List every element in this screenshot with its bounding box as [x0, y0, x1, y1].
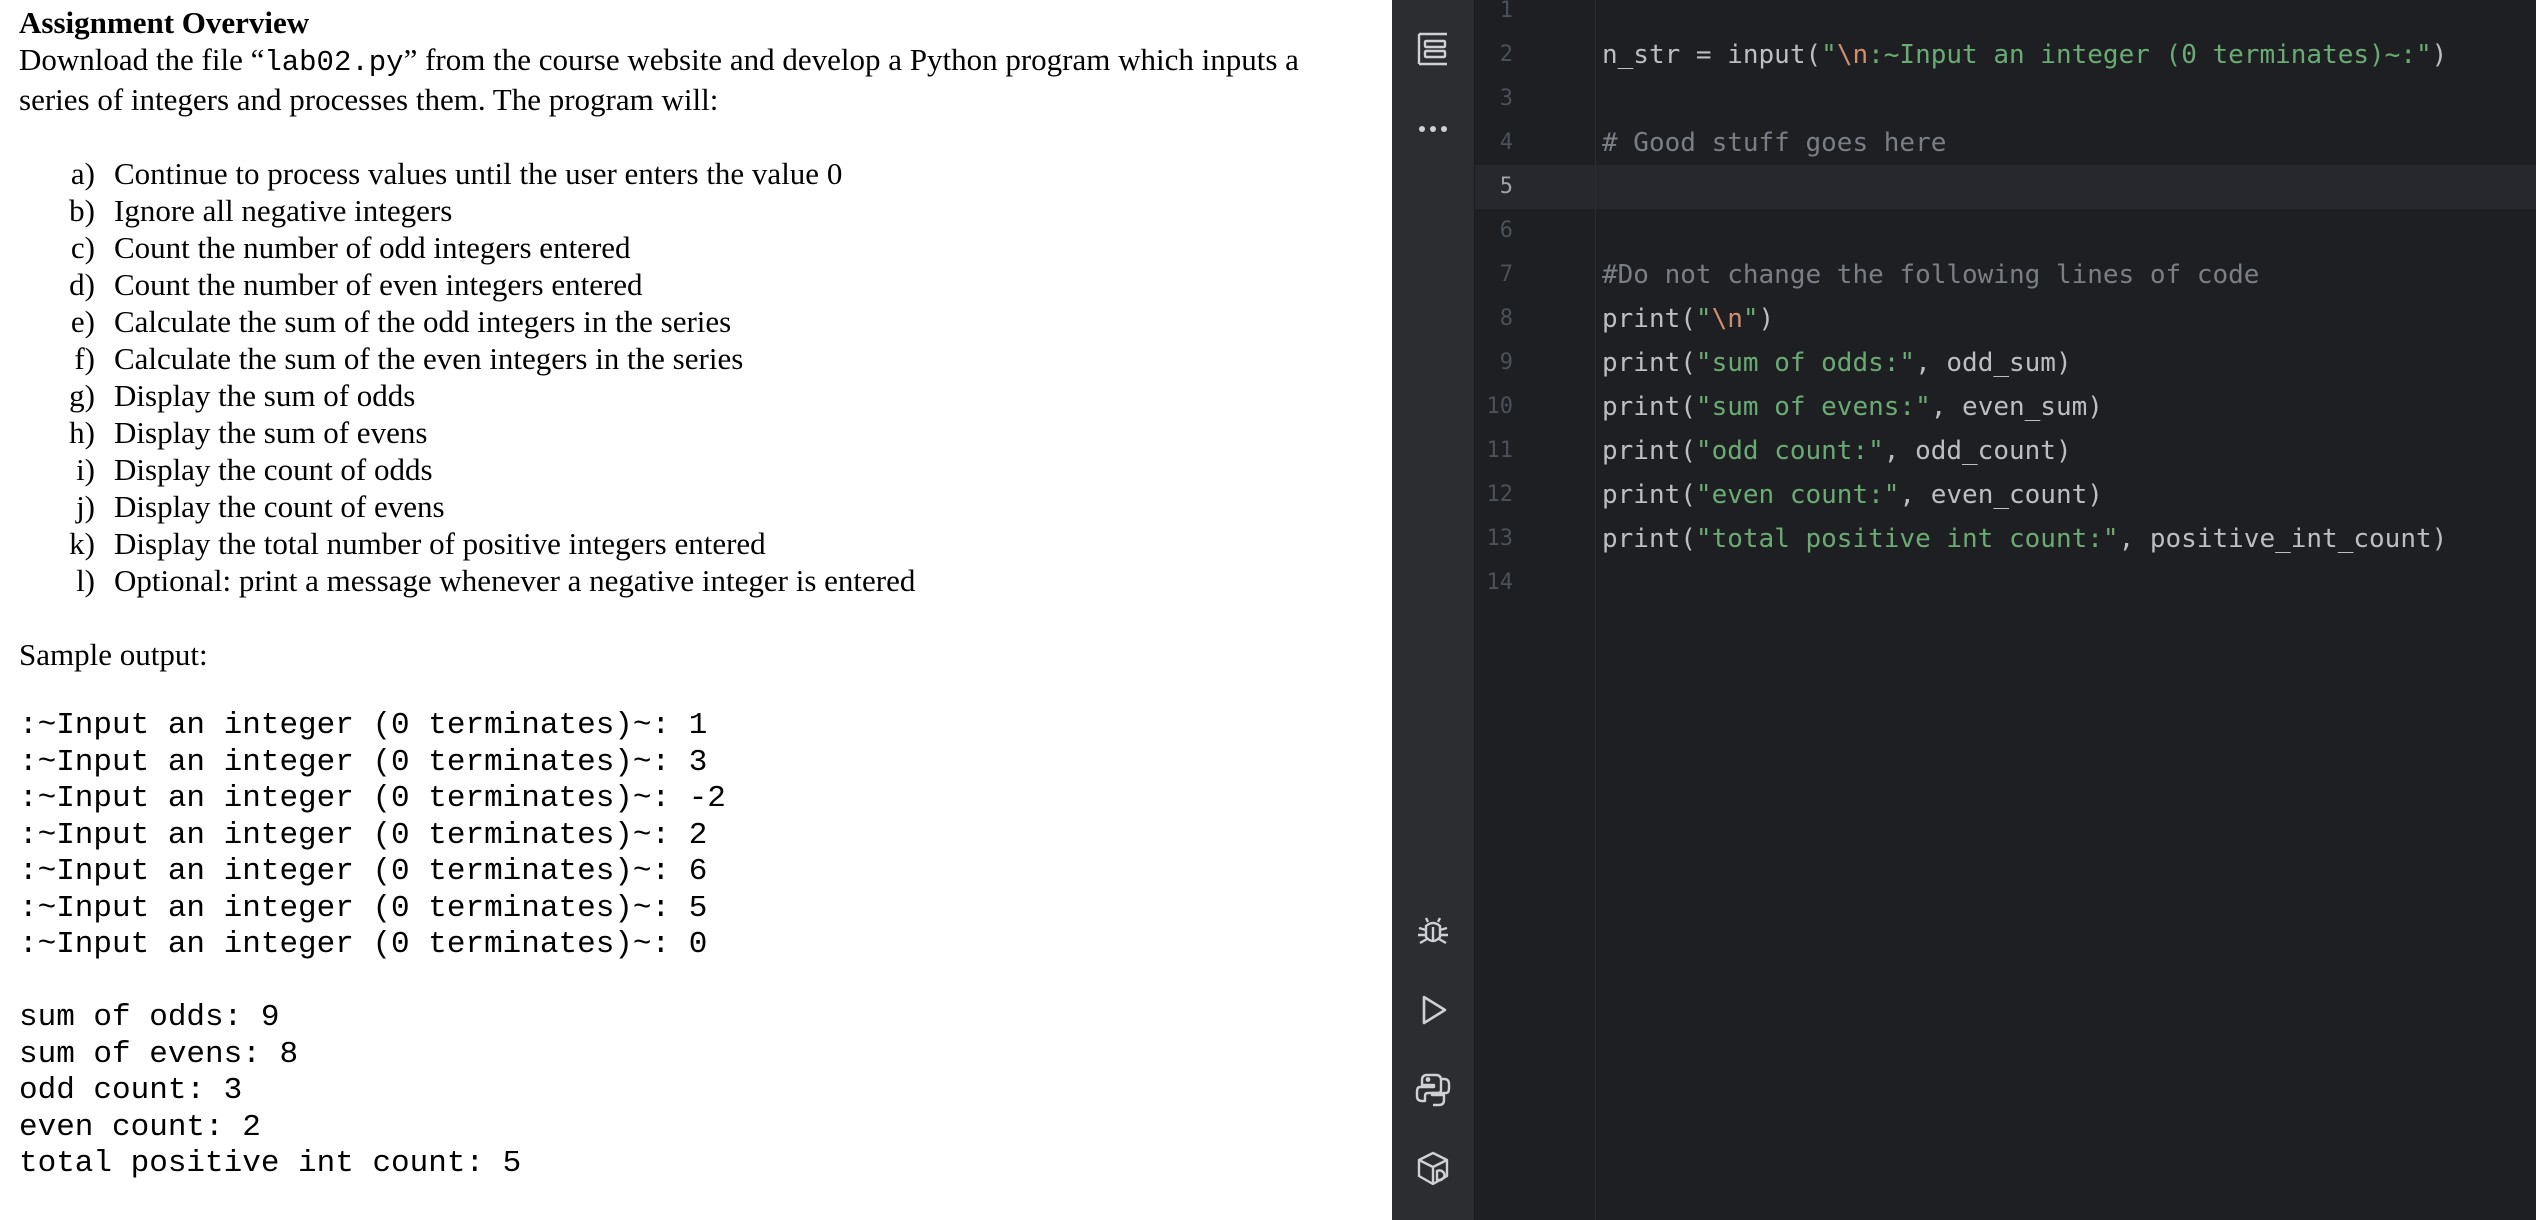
structure-icon[interactable] [1409, 25, 1457, 73]
requirement-text: Calculate the sum of the even integers i… [114, 341, 744, 376]
code-line[interactable]: print("total positive int count:", posit… [1596, 517, 2536, 561]
line-number-gutter: 1 2 3 4 5 6 7 8 9 10 11 12 13 14 [1475, 0, 1596, 1220]
code-line[interactable] [1596, 561, 2536, 605]
intro-paragraph: Download the file “lab02.py” from the co… [19, 41, 1369, 118]
line-number: 10 [1486, 394, 1514, 419]
requirement-item: a) Continue to process values until the u… [19, 155, 915, 192]
requirement-letter: c) [70, 230, 95, 265]
code-line[interactable]: print("odd count:", odd_count) [1596, 429, 2536, 473]
requirement-text: Ignore all negative integers [114, 193, 453, 228]
sample-result-line: total positive int count: 5 [19, 1146, 522, 1181]
more-icon[interactable] [1409, 103, 1457, 151]
page-title: Assignment Overview [19, 5, 310, 40]
line-number: 5 [1499, 174, 1513, 199]
requirement-text: Display the sum of evens [114, 415, 428, 450]
requirement-letter: j) [76, 489, 95, 524]
line-number: 4 [1499, 130, 1513, 155]
line-number: 8 [1499, 306, 1513, 331]
python-packages-icon[interactable] [1409, 1145, 1457, 1193]
requirement-item: e) Calculate the sum of the odd integers … [19, 303, 915, 340]
sample-input-line: :~Input an integer (0 terminates)~: 2 [19, 817, 708, 853]
code-line[interactable]: print("\n") [1596, 297, 2536, 341]
requirement-item: j) Display the count of evens [19, 488, 915, 525]
intro-text-start: Download the file “ [19, 42, 265, 77]
sample-output-label: Sample output: [19, 637, 208, 672]
sample-result-line: sum of odds: 9 [19, 1000, 280, 1035]
line-number: 9 [1499, 350, 1513, 375]
code-line[interactable]: n_str = input("\n:~Input an integer (0 t… [1596, 33, 2536, 77]
requirement-item: l) Optional: print a message whenever a n… [19, 562, 915, 599]
requirement-letter: b) [69, 193, 95, 228]
code-editor-window: 1 2 3 4 5 6 7 8 9 10 11 12 13 14 n_str = input("\n:~I… [1392, 0, 2536, 1220]
requirement-text: Count the number of odd integers entered [114, 230, 631, 265]
debug-icon[interactable] [1409, 907, 1457, 955]
requirement-text: Count the number of even integers entere… [114, 267, 643, 302]
code-line[interactable]: print("sum of odds:", odd_sum) [1596, 341, 2536, 385]
assignment-document: Assignment Overview Download the file “l… [0, 0, 1392, 1220]
requirement-text: Display the count of evens [114, 489, 445, 524]
requirement-letter: k) [69, 526, 95, 561]
requirement-text: Display the total number of positive int… [114, 526, 766, 561]
line-number: 13 [1486, 526, 1514, 551]
sample-input-line: :~Input an integer (0 terminates)~: 6 [19, 854, 708, 889]
code-line[interactable]: # Good stuff goes here [1596, 121, 2536, 165]
sample-input-block: :~Input an integer (0 terminates)~: 1:~I… [19, 708, 726, 964]
requirement-item: d) Count the number of even integers ente… [19, 266, 915, 303]
requirement-letter: e) [70, 304, 95, 339]
requirement-item: c) Count the number of odd integers enter… [19, 229, 915, 266]
sample-input-line: :~Input an integer (0 terminates)~: 5 [19, 890, 708, 926]
requirement-letter: f) [74, 341, 95, 376]
code-line[interactable]: #Do not change the following lines of co… [1596, 253, 2536, 297]
sample-input-line: :~Input an integer (0 terminates)~: 3 [19, 744, 708, 780]
sample-result-line: odd count: 3 [19, 1073, 243, 1108]
requirement-letter: d) [69, 267, 95, 302]
line-number: 12 [1486, 482, 1514, 507]
line-number: 1 [1499, 0, 1513, 23]
requirement-item: k) Display the total number of positive i… [19, 525, 915, 562]
requirement-text: Display the count of odds [114, 452, 433, 487]
code-area[interactable]: n_str = input("\n:~Input an integer (0 t… [1596, 0, 2536, 1220]
code-line[interactable] [1596, 77, 2536, 121]
sample-result-line: even count: 2 [19, 1109, 261, 1145]
line-number: 11 [1486, 438, 1514, 463]
sample-result-line: sum of evens: 8 [19, 1036, 299, 1072]
line-number: 6 [1499, 218, 1513, 243]
requirement-letter: i) [76, 452, 95, 487]
requirement-letter: l) [76, 563, 95, 598]
line-number: 3 [1499, 86, 1513, 111]
requirement-letter: a) [70, 156, 95, 191]
sample-input-line: :~Input an integer (0 terminates)~: -2 [19, 781, 726, 816]
requirement-item: h) Display the sum of evens [19, 414, 915, 451]
code-line[interactable] [1596, 209, 2536, 253]
requirement-item: f) Calculate the sum of the even integers… [19, 340, 915, 377]
line-number: 14 [1486, 570, 1514, 595]
requirement-letter: h) [69, 415, 95, 450]
line-number: 2 [1499, 42, 1513, 67]
requirement-text: Calculate the sum of the odd integers in… [114, 304, 732, 339]
code-line[interactable]: print("sum of evens:", even_sum) [1596, 385, 2536, 429]
code-line[interactable] [1596, 0, 2536, 33]
code-line[interactable]: print("even count:", even_count) [1596, 473, 2536, 517]
requirement-item: g) Display the sum of odds [19, 377, 915, 414]
sample-results-block: sum of odds: 9 sum of evens: 8 odd count: … [19, 1000, 521, 1183]
requirement-text: Optional: print a message whenever a neg… [114, 563, 916, 598]
requirement-item: b) Ignore all negative integers [19, 192, 915, 229]
requirements-list: a) Continue to process values until the u… [19, 155, 915, 599]
requirement-letter: g) [69, 378, 95, 413]
requirement-text: Continue to process values until the use… [114, 156, 843, 191]
requirement-item: i) Display the count of odds [19, 451, 915, 488]
code-line[interactable] [1596, 165, 2536, 209]
python-console-icon[interactable] [1409, 1066, 1457, 1114]
run-icon[interactable] [1409, 986, 1457, 1034]
intro-filename: lab02.py [264, 46, 404, 79]
sample-input-line: :~Input an integer (0 terminates)~: 1 [19, 708, 708, 743]
line-number: 7 [1499, 262, 1513, 287]
requirement-text: Display the sum of odds [114, 378, 416, 413]
sample-input-line: :~Input an integer (0 terminates)~: 0 [19, 927, 708, 962]
